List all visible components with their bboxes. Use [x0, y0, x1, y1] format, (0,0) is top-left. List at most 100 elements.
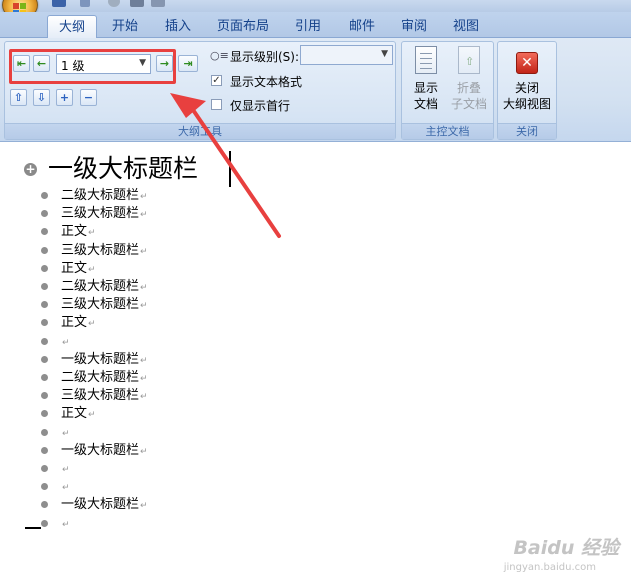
outline-item-text[interactable]: 二级大标题栏↵: [61, 278, 148, 297]
collapse-button[interactable]: −: [80, 89, 97, 106]
close-outline-view-label-2[interactable]: 大纲视图: [499, 96, 555, 112]
paragraph-mark-icon: ↵: [88, 228, 96, 239]
bullet-dot-icon[interactable]: [41, 428, 48, 436]
undo-icon[interactable]: [80, 0, 90, 7]
demote-to-body-text-button[interactable]: ⇥: [178, 55, 198, 72]
bullet-dot-icon[interactable]: [41, 192, 48, 199]
outline-item-label: 正文: [61, 260, 88, 276]
bullet-dot-icon[interactable]: [41, 246, 48, 254]
customize-icon[interactable]: [151, 0, 165, 7]
paragraph-mark-icon: ↵: [62, 519, 70, 530]
close-icon[interactable]: ✕: [516, 52, 538, 74]
bullet-dot-icon[interactable]: [41, 283, 48, 290]
bullet-dot-icon[interactable]: [41, 264, 48, 272]
watermark-url: jingyan.baidu.com: [503, 562, 596, 573]
outline-item-label: 一级大标题栏: [61, 442, 140, 458]
redo-icon[interactable]: [108, 0, 120, 7]
document-icon: [415, 46, 437, 74]
bullet-dot-icon[interactable]: [41, 501, 48, 509]
show-text-format-label: 显示文本格式: [230, 75, 303, 89]
outline-item-label: 三级大标题栏: [61, 206, 140, 222]
outline-item-text[interactable]: ↵: [61, 478, 70, 497]
outline-item-label: 二级大标题栏: [61, 279, 140, 294]
outline-item-text[interactable]: 一级大标题栏↵: [61, 496, 148, 515]
bullet-dot-icon[interactable]: [41, 228, 48, 236]
tab-outline[interactable]: 大纲: [47, 15, 97, 39]
paragraph-mark-icon: ↵: [62, 483, 70, 494]
paragraph-mark-icon: ↵: [140, 301, 148, 312]
outline-item-text[interactable]: 三级大标题栏↵: [61, 387, 148, 406]
outline-item-text[interactable]: ↵: [61, 333, 70, 352]
show-document-button[interactable]: 显示 文档: [406, 44, 446, 116]
outline-tools-group-label: 大纲工具: [5, 123, 395, 139]
collapse-subdocuments-icon: ⇧: [458, 46, 480, 74]
outline-item-text[interactable]: ↵: [61, 515, 70, 534]
paragraph-mark-icon: ↵: [88, 319, 96, 330]
bullet-dot-icon[interactable]: [41, 374, 48, 381]
outline-item-label: 一级大标题栏: [61, 351, 140, 367]
outline-item-text[interactable]: 正文↵: [61, 314, 96, 333]
bullet-dot-icon[interactable]: [41, 337, 48, 345]
save-icon[interactable]: [52, 0, 66, 7]
tab-view[interactable]: 视图: [444, 15, 488, 38]
paragraph-mark-icon: ↵: [140, 355, 148, 366]
chevron-down-icon: ▼: [381, 49, 388, 59]
heading1-text[interactable]: 一级大标题栏: [48, 153, 198, 185]
outline-item-label: 二级大标题栏: [61, 188, 140, 203]
paragraph-mark-icon: ↵: [140, 283, 148, 293]
outline-item-text[interactable]: 三级大标题栏↵: [61, 205, 148, 224]
move-down-button[interactable]: ⇩: [33, 89, 50, 106]
bullet-dot-icon[interactable]: [41, 446, 48, 454]
bullet-dot-icon[interactable]: [41, 410, 48, 418]
tab-mailings[interactable]: 邮件: [340, 15, 384, 38]
outline-item-text[interactable]: 三级大标题栏↵: [61, 296, 148, 315]
outline-item-label: 二级大标题栏: [61, 370, 140, 385]
paragraph-mark-icon: ↵: [62, 428, 70, 439]
outline-item-text[interactable]: ↵: [61, 424, 70, 443]
collapse-subdocuments-button[interactable]: ⇧ 折叠 子文档: [448, 44, 490, 116]
tab-insert[interactable]: 插入: [156, 15, 200, 38]
watermark-logo: Baidu 经验: [513, 537, 619, 559]
paragraph-mark-icon: ↵: [140, 374, 148, 384]
show-text-format-checkbox[interactable]: ✓: [211, 75, 222, 86]
document-area[interactable]: + 一级大标题栏 二级大标题栏↵ 三级大标题栏↵ 正文↵ 三级大标题栏↵ 正文↵ 二级大标…: [0, 143, 631, 574]
bullet-dot-icon[interactable]: [41, 392, 48, 400]
outline-item-text[interactable]: 正文↵: [61, 405, 96, 424]
paragraph-mark-icon: ↵: [140, 392, 148, 403]
show-first-line-only-label: 仅显示首行: [230, 99, 291, 113]
bullet-dot-icon[interactable]: [41, 301, 48, 309]
outline-item-label: 正文: [61, 406, 88, 422]
bullet-dot-icon[interactable]: [41, 465, 48, 472]
outline-item-text[interactable]: 二级大标题栏↵: [61, 369, 148, 388]
print-icon[interactable]: [130, 0, 144, 7]
outline-item-text[interactable]: 二级大标题栏↵: [61, 187, 148, 206]
master-document-group-label: 主控文档: [402, 123, 493, 139]
bullet-dot-icon[interactable]: [41, 519, 48, 527]
tab-review[interactable]: 审阅: [392, 15, 436, 38]
tab-references[interactable]: 引用: [286, 15, 330, 38]
outline-item-text[interactable]: ↵: [61, 460, 70, 479]
outline-item-label: 三级大标题栏: [61, 297, 140, 313]
tab-page-layout[interactable]: 页面布局: [212, 15, 274, 38]
close-outline-view-label-1[interactable]: 关闭: [499, 80, 555, 96]
outline-item-text[interactable]: 一级大标题栏↵: [61, 351, 148, 370]
outline-item-text[interactable]: 正文↵: [61, 223, 96, 242]
expand-plus-icon[interactable]: +: [24, 163, 37, 176]
bullet-dot-icon[interactable]: [41, 319, 48, 327]
outline-item-text[interactable]: 一级大标题栏↵: [61, 442, 148, 461]
bullet-dot-icon[interactable]: [41, 483, 48, 491]
expand-button[interactable]: +: [56, 89, 73, 106]
show-first-line-only-checkbox[interactable]: [211, 99, 222, 110]
show-level-label: 显示级别(S):: [230, 50, 300, 64]
bullet-dot-icon[interactable]: [41, 355, 48, 363]
tab-home[interactable]: 开始: [103, 15, 147, 38]
outline-item-label: 正文: [61, 315, 88, 331]
outline-item-text[interactable]: 正文↵: [61, 260, 96, 279]
paragraph-mark-icon: ↵: [62, 337, 70, 348]
outline-item-label: 正文: [61, 224, 88, 240]
show-level-combo[interactable]: ▼: [300, 45, 393, 65]
move-up-button[interactable]: ⇧: [10, 89, 27, 106]
collapse-subdocuments-label-1: 折叠: [456, 81, 481, 95]
bullet-dot-icon[interactable]: [41, 210, 48, 218]
outline-item-text[interactable]: 三级大标题栏↵: [61, 242, 148, 261]
